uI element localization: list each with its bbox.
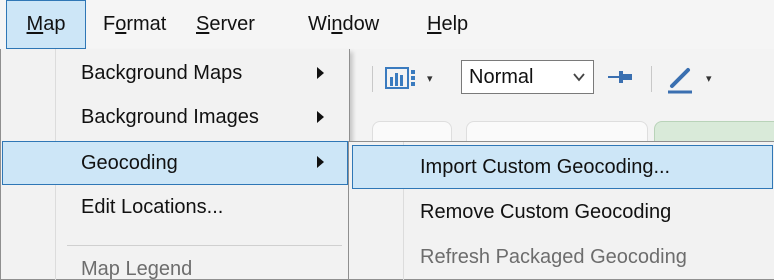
menu-server-label-post: erver <box>209 13 255 35</box>
menu-item-background-maps[interactable]: Background Maps <box>2 52 348 96</box>
menu-separator <box>67 245 342 246</box>
menu-window-label-post: dow <box>342 13 380 35</box>
menu-map[interactable]: Map <box>6 0 86 49</box>
mark-size-select[interactable]: Normal <box>461 60 594 94</box>
menu-format-accesskey: o <box>115 13 127 35</box>
pen-icon[interactable] <box>664 60 704 96</box>
submenu-item-label: Remove Custom Geocoding <box>420 201 672 223</box>
menu-window-label-pre: Wi <box>308 13 332 35</box>
menu-help[interactable]: Help <box>427 0 468 49</box>
menu-help-label-post: elp <box>441 13 469 35</box>
map-menu: Background Maps Background Images Geocod… <box>0 49 350 280</box>
menu-item-label: Map Legend <box>81 258 193 280</box>
bar-chart-icon[interactable] <box>385 64 429 92</box>
menu-item-geocoding[interactable]: Geocoding <box>2 141 348 185</box>
menu-item-background-images[interactable]: Background Images <box>2 96 348 140</box>
menu-item-label: Edit Locations... <box>81 196 224 218</box>
submenu-arrow-icon <box>317 67 324 79</box>
submenu-item-refresh-packaged-geocoding[interactable]: Refresh Packaged Geocoding <box>352 236 773 280</box>
menu-item-label: Background Images <box>81 106 259 128</box>
pen-dropdown-icon[interactable]: ▾ <box>706 72 712 85</box>
menu-item-label: Background Maps <box>81 62 243 84</box>
app-window: Map Format Server Window Help ▾ Normal ▾… <box>0 0 774 280</box>
menu-server[interactable]: Server <box>196 0 255 49</box>
toolbar-separator-2 <box>651 66 652 92</box>
submenu-item-import-custom-geocoding[interactable]: Import Custom Geocoding... <box>352 145 773 189</box>
submenu-arrow-icon <box>317 111 324 123</box>
submenu-arrow-icon <box>317 156 324 168</box>
menu-item-map-legend[interactable]: Map Legend <box>2 248 348 280</box>
menu-item-edit-locations[interactable]: Edit Locations... <box>2 186 348 230</box>
menu-help-accesskey: H <box>427 13 442 35</box>
chart-dropdown-icon[interactable]: ▾ <box>427 72 433 85</box>
menu-map-label-post: ap <box>43 13 66 35</box>
toolbar-separator <box>372 66 373 92</box>
menu-server-accesskey: S <box>196 13 210 35</box>
pin-icon[interactable] <box>606 67 636 87</box>
menu-map-accesskey: M <box>26 13 44 35</box>
menu-item-label: Geocoding <box>81 152 178 174</box>
geocoding-submenu: Import Custom Geocoding... Remove Custom… <box>348 141 774 280</box>
submenu-item-label: Refresh Packaged Geocoding <box>420 246 687 268</box>
menu-bar: Map Format Server Window Help <box>0 0 774 49</box>
menu-format[interactable]: Format <box>103 0 166 49</box>
submenu-item-remove-custom-geocoding[interactable]: Remove Custom Geocoding <box>352 191 773 235</box>
submenu-item-label: Import Custom Geocoding... <box>420 156 671 178</box>
mark-size-value: Normal <box>469 66 534 88</box>
menu-format-label-post: rmat <box>126 13 167 35</box>
menu-window-accesskey: n <box>331 13 343 35</box>
menu-format-label-pre: F <box>103 13 116 35</box>
chevron-down-icon <box>573 73 585 82</box>
menu-window[interactable]: Window <box>308 0 379 49</box>
